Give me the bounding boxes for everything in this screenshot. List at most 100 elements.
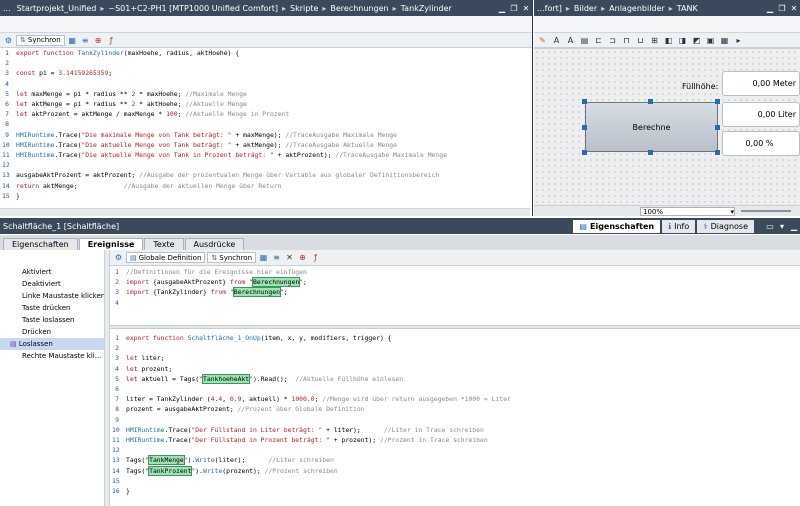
compile-icon[interactable]: ⚙ (3, 35, 14, 46)
group-icon[interactable]: ◧ (663, 35, 674, 46)
editor-hscroll[interactable] (0, 208, 530, 216)
code-line[interactable]: 3 let liter; (112, 353, 798, 363)
tab-ausdruecke[interactable]: Ausdrücke (184, 238, 245, 250)
tag-icon[interactable]: ⊕ (297, 252, 308, 263)
align-top-icon[interactable]: ⊔ (635, 35, 646, 46)
delete-icon[interactable]: ✕ (284, 252, 295, 263)
restore-icon[interactable]: ❐ (508, 2, 520, 14)
compile-icon[interactable]: ⚙ (113, 252, 124, 263)
event-item[interactable]: Drücken (0, 326, 108, 338)
sync-button[interactable]: ⇅ Synchron (16, 34, 65, 46)
format-icon[interactable]: ▤ (579, 35, 590, 46)
format-icon[interactable]: ≡ (271, 252, 282, 263)
restore-icon[interactable]: ❐ (776, 2, 788, 14)
front-icon[interactable]: ◨ (677, 35, 688, 46)
global-definition-code[interactable]: 1 //Definitionen für die Ereignisse hier … (112, 267, 798, 323)
snippets-icon[interactable]: ▦ (258, 252, 269, 263)
font-a2-icon[interactable]: A (565, 35, 576, 46)
code-line[interactable]: 2 (112, 343, 798, 353)
code-line[interactable]: 12 (112, 445, 798, 455)
code-line[interactable]: 12 (2, 160, 530, 170)
breadcrumb-item[interactable]: Berechnungen (327, 4, 391, 13)
align-center-icon[interactable]: ⊐ (607, 35, 618, 46)
distribute-icon[interactable]: ⊞ (649, 35, 660, 46)
event-item[interactable]: Aktiviert (0, 266, 108, 278)
selection-handle[interactable] (582, 99, 587, 104)
event-handler-code[interactable]: 1 export function Schaltfläche_1_OnUp(ite… (112, 333, 798, 506)
code-line[interactable]: 4 (2, 79, 530, 89)
close-icon[interactable]: ✕ (520, 2, 532, 14)
code-line[interactable]: 8 prozent = ausgabeAktProzent; //Prozent … (112, 404, 798, 414)
fx-icon[interactable]: ƒ (106, 35, 117, 46)
fuellhoehe-field[interactable]: 0,00 Meter (722, 71, 800, 96)
paint-icon[interactable]: ✎ (537, 35, 548, 46)
code-line[interactable]: 4 let prozent; (112, 364, 798, 374)
code-line[interactable]: 3 const pi = 3.14159265359; (2, 68, 530, 78)
code-line[interactable]: 5 let aktuell = Tags("TankhoeheAkt").Read… (112, 373, 798, 384)
breadcrumb-item[interactable]: Startprojekt_Unified (14, 4, 100, 13)
selection-handle[interactable] (715, 150, 720, 155)
code-line[interactable]: 9 HMIRuntime.Trace("Die maximale Menge vo… (2, 130, 530, 140)
code-line[interactable]: 11 HMIRuntime.Trace("Die aktuelle Menge v… (2, 150, 530, 160)
tab-eigenschaften[interactable]: Eigenschaften (3, 238, 78, 250)
minimize-icon[interactable]: ▁ (764, 2, 776, 14)
sync-button[interactable]: ⇅ Synchron (207, 252, 257, 263)
code-line[interactable]: 7 liter = TankZylinder (4.4, 0.9, aktuell… (112, 394, 798, 404)
selection-handle[interactable] (715, 125, 720, 130)
code-line[interactable]: 6 let aktMenge = pi * radius ** 2 * aktHo… (2, 99, 530, 109)
code-line[interactable]: 10 HMIRuntime.Trace("Der Füllstand in Lit… (112, 425, 798, 435)
liter-field[interactable]: 0,00 Liter (722, 102, 800, 127)
code-line[interactable]: 14 Tags("TankProzent").Write(prozent); //… (112, 465, 798, 476)
code-line[interactable]: 1 export function Schaltfläche_1_OnUp(ite… (112, 333, 798, 343)
zoom-select[interactable]: 100% ▾ (640, 206, 735, 216)
layer-icon[interactable]: ▣ (705, 35, 716, 46)
code-line[interactable]: 2 import {ausgabeAktProzent} from "Berech… (112, 277, 798, 288)
screen-canvas[interactable]: Füllhöhe: 0,00 Meter 0,00 Liter 0,00 % B… (534, 48, 800, 205)
code-line[interactable]: 7 let aktProzent = aktMenge / maxMenge * … (2, 109, 530, 119)
collapse-icon[interactable]: ▾ (776, 220, 788, 232)
event-item[interactable]: Taste drücken (0, 302, 108, 314)
global-definition-button[interactable]: ▤ Globale Definition (126, 252, 206, 263)
tab-eigenschaften-right[interactable]: ▤ Eigenschaften (573, 219, 661, 233)
back-icon[interactable]: ◩ (691, 35, 702, 46)
snippets-icon[interactable]: ▦ (67, 35, 78, 46)
code-line[interactable]: 13 Tags("TankMenge").Write(liter); //Lite… (112, 455, 798, 466)
berechne-button[interactable]: Berechne (585, 102, 718, 152)
code-line[interactable]: 10 HMIRuntime.Trace("Die aktuelle Menge v… (2, 140, 530, 150)
format-icon[interactable]: ≡ (80, 35, 91, 46)
tab-diagnose[interactable]: ⚕ Diagnose (697, 219, 754, 233)
prozent-field[interactable]: 0,00 % (722, 131, 800, 156)
event-item[interactable]: Taste loslassen (0, 314, 108, 326)
breadcrumb-item[interactable]: TANK (674, 4, 701, 13)
panel-menu-icon[interactable]: ▭ (764, 220, 776, 232)
code-line[interactable]: 3 import {TankZylinder} from "Berechnunge… (112, 287, 798, 298)
selection-handle[interactable] (648, 150, 653, 155)
tab-info[interactable]: ℹ Info (662, 219, 696, 233)
script-code[interactable]: 1 export function TankZylinder(maxHoehe, … (0, 48, 530, 208)
event-item[interactable]: ▤ Loslassen (0, 338, 108, 350)
code-line[interactable]: 8 (2, 119, 530, 129)
font-a-icon[interactable]: A (551, 35, 562, 46)
breadcrumb-item[interactable]: ~S01+C2-PH1 [MTP1000 Unified Comfort] (105, 4, 281, 13)
minimize-icon[interactable]: ▁ (788, 220, 800, 232)
code-line[interactable]: 2 (2, 58, 530, 68)
code-splitter[interactable] (110, 325, 800, 329)
fx-icon[interactable]: ƒ (310, 252, 321, 263)
code-line[interactable]: 11 HMIRuntime.Trace("Der Füllstand in Pro… (112, 435, 798, 445)
event-item[interactable]: Deaktiviert (0, 278, 108, 290)
event-item[interactable]: Linke Maustaste klicken (0, 290, 108, 302)
selection-handle[interactable] (582, 150, 587, 155)
code-line[interactable]: 9 (112, 415, 798, 425)
code-line[interactable]: 16} (112, 486, 798, 496)
tab-texte[interactable]: Texte (144, 238, 184, 250)
minimize-icon[interactable]: ▁ (496, 2, 508, 14)
code-line[interactable]: 14 return aktMenge; //Ausgabe der aktuell… (2, 181, 530, 191)
more-icon[interactable]: ▸ (733, 35, 744, 46)
code-line[interactable]: 1 export function TankZylinder(maxHoehe, … (2, 48, 530, 58)
align-right-icon[interactable]: ⊓ (621, 35, 632, 46)
code-line[interactable]: 5 let maxMenge = pi * radius ** 2 * maxHo… (2, 89, 530, 99)
breadcrumb-item[interactable]: Anlagenbilder (606, 4, 668, 13)
tab-ereignisse[interactable]: Ereignisse (78, 238, 144, 250)
close-icon[interactable]: ✕ (788, 2, 800, 14)
breadcrumb-item[interactable]: Bilder (571, 4, 600, 13)
